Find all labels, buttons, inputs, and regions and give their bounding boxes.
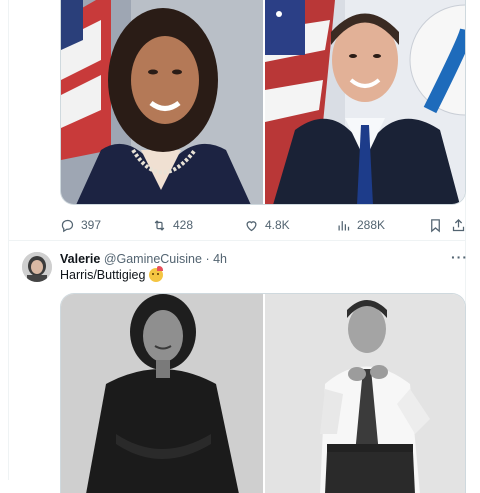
repost-icon (154, 219, 165, 231)
views-icon (338, 220, 350, 230)
post1-photo-left[interactable] (61, 0, 263, 205)
post1-media-grid[interactable] (60, 0, 466, 205)
share-icon (452, 218, 465, 231)
post-time[interactable]: 4h (213, 252, 227, 266)
like-icon (246, 220, 257, 231)
author-name[interactable]: Valerie (60, 252, 100, 266)
post1-photo-right[interactable] (265, 0, 466, 205)
reply-icon (61, 219, 74, 232)
avatar-image (22, 252, 52, 282)
post2-photo-left[interactable] (61, 294, 263, 493)
face-emoji-icon (149, 266, 164, 282)
author-handle[interactable]: @GamineCuisine (104, 252, 202, 266)
post2-text: Harris/Buttigieg (60, 266, 164, 282)
repost-button[interactable]: 428 (152, 214, 193, 236)
right-scrollbar-area[interactable] (465, 0, 480, 480)
share-button[interactable] (451, 214, 466, 236)
bookmark-icon (431, 218, 440, 232)
reply-button[interactable]: 397 (60, 214, 101, 236)
post-divider (8, 240, 466, 241)
post2-photo-right[interactable] (265, 294, 466, 493)
view-count: 288K (357, 218, 386, 232)
separator-dot: · (205, 252, 210, 266)
post2-header: Valerie @GamineCuisine · 4h (60, 252, 227, 267)
avatar[interactable] (22, 252, 52, 282)
views-button[interactable]: 288K (336, 214, 385, 236)
post1-action-bar: 397 428 4.8K 288K (60, 214, 470, 236)
like-count: 4.8K (265, 218, 290, 232)
like-button[interactable]: 4.8K (244, 214, 290, 236)
more-icon[interactable]: ··· (451, 249, 468, 265)
post2-text-content: Harris/Buttigieg (60, 268, 146, 282)
reply-count: 397 (81, 218, 102, 232)
repost-count: 428 (173, 218, 194, 232)
post2-media-grid[interactable] (60, 293, 466, 493)
bookmark-button[interactable] (428, 214, 443, 236)
